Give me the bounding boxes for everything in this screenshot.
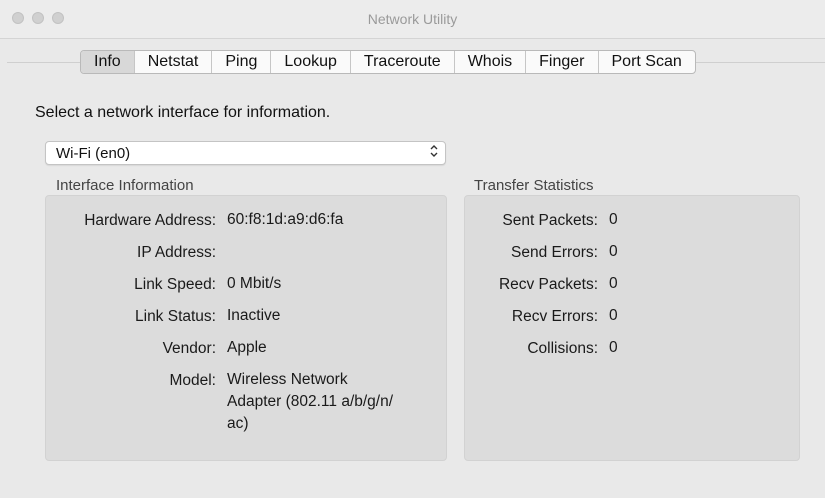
transfer-stats-box	[464, 195, 800, 461]
tab-lookup[interactable]: Lookup	[271, 51, 351, 73]
link-speed-value: 0 Mbit/s	[227, 275, 282, 292]
tab-whois[interactable]: Whois	[455, 51, 527, 73]
link-speed-label: Link Speed:	[134, 276, 216, 293]
collisions-label: Collisions:	[527, 340, 598, 357]
link-status-label: Link Status:	[135, 308, 216, 325]
link-status-value: Inactive	[227, 307, 281, 324]
tab-info[interactable]: Info	[81, 51, 135, 73]
hardware-address-label: Hardware Address:	[84, 212, 216, 229]
recv-errors-label: Recv Errors:	[511, 308, 598, 325]
title-bar: Network Utility	[0, 0, 825, 39]
tab-port-scan[interactable]: Port Scan	[599, 51, 695, 73]
send-errors-label: Send Errors:	[510, 244, 598, 261]
interface-select-value: Wi-Fi (en0)	[56, 145, 131, 162]
tab-netstat[interactable]: Netstat	[135, 51, 213, 73]
tab-traceroute[interactable]: Traceroute	[351, 51, 455, 73]
recv-packets-value: 0	[609, 275, 618, 292]
model-label: Model:	[169, 372, 216, 389]
tab-bar: Info Netstat Ping Lookup Traceroute Whoi…	[80, 50, 696, 74]
hardware-address-value: 60:f8:1d:a9:d6:fa	[227, 211, 344, 228]
model-value-line2: Adapter (802.11 a/b/g/n/	[227, 393, 394, 410]
sent-packets-value: 0	[609, 211, 618, 228]
send-errors-value: 0	[609, 243, 618, 260]
collisions-value: 0	[609, 339, 618, 356]
recv-errors-value: 0	[609, 307, 618, 324]
vendor-value: Apple	[227, 339, 267, 356]
interface-info-title: Interface Information	[56, 177, 194, 194]
interface-prompt: Select a network interface for informati…	[35, 104, 331, 121]
model-value-line3: ac)	[227, 415, 249, 432]
interface-select[interactable]: Wi-Fi (en0)	[45, 141, 446, 165]
sent-packets-label: Sent Packets:	[502, 212, 598, 229]
ip-address-label: IP Address:	[137, 244, 216, 261]
window-title: Network Utility	[367, 11, 458, 27]
tab-finger[interactable]: Finger	[526, 51, 599, 73]
recv-packets-label: Recv Packets:	[498, 276, 598, 293]
tab-ping[interactable]: Ping	[212, 51, 272, 73]
transfer-stats-title: Transfer Statistics	[474, 177, 594, 194]
model-value-line1: Wireless Network	[227, 371, 348, 388]
chevron-updown-icon	[429, 143, 439, 164]
vendor-label: Vendor:	[162, 340, 216, 357]
